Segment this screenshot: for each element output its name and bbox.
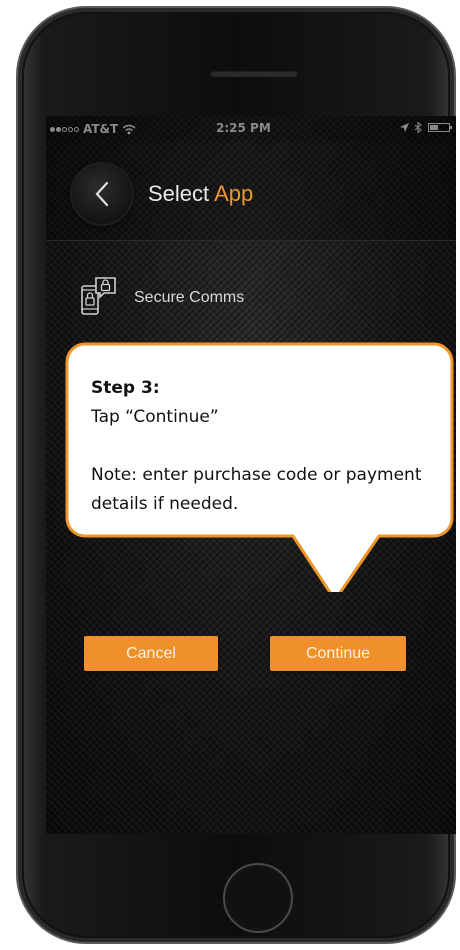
status-time: 2:25 PM (216, 121, 271, 135)
status-bar: AT&T 2:25 PM (46, 116, 456, 142)
secure-comms-icon (81, 277, 116, 315)
instruction-callout: Step 3: Tap “Continue” Note: enter purch… (63, 342, 454, 592)
home-button[interactable] (223, 863, 293, 933)
nav-header: Select App (46, 142, 456, 241)
page-title-main: Select (148, 181, 210, 206)
callout-step-title: Step 3: (91, 378, 160, 398)
back-button[interactable] (72, 164, 132, 224)
cancel-button[interactable]: Cancel (84, 636, 218, 671)
callout-instruction: Tap “Continue” (91, 407, 219, 427)
app-list-item-secure-comms[interactable]: Secure Comms (80, 276, 244, 320)
location-arrow-icon (400, 123, 409, 132)
callout-note: Note: enter purchase code or payment det… (91, 465, 422, 514)
page-title-accent: App (214, 181, 254, 206)
wifi-icon (122, 124, 136, 134)
chevron-left-icon (95, 181, 109, 207)
battery-icon (428, 123, 452, 132)
status-left: AT&T (50, 122, 136, 136)
earpiece-speaker (210, 70, 298, 77)
carrier-name: AT&T (83, 122, 119, 136)
page-title: Select App (148, 181, 253, 207)
app-label: Secure Comms (134, 289, 245, 306)
signal-strength-icon (50, 126, 79, 132)
callout-text: Step 3: Tap “Continue” Note: enter purch… (91, 374, 441, 519)
status-right (400, 122, 452, 133)
continue-button[interactable]: Continue (270, 636, 406, 671)
bluetooth-icon (415, 122, 422, 133)
